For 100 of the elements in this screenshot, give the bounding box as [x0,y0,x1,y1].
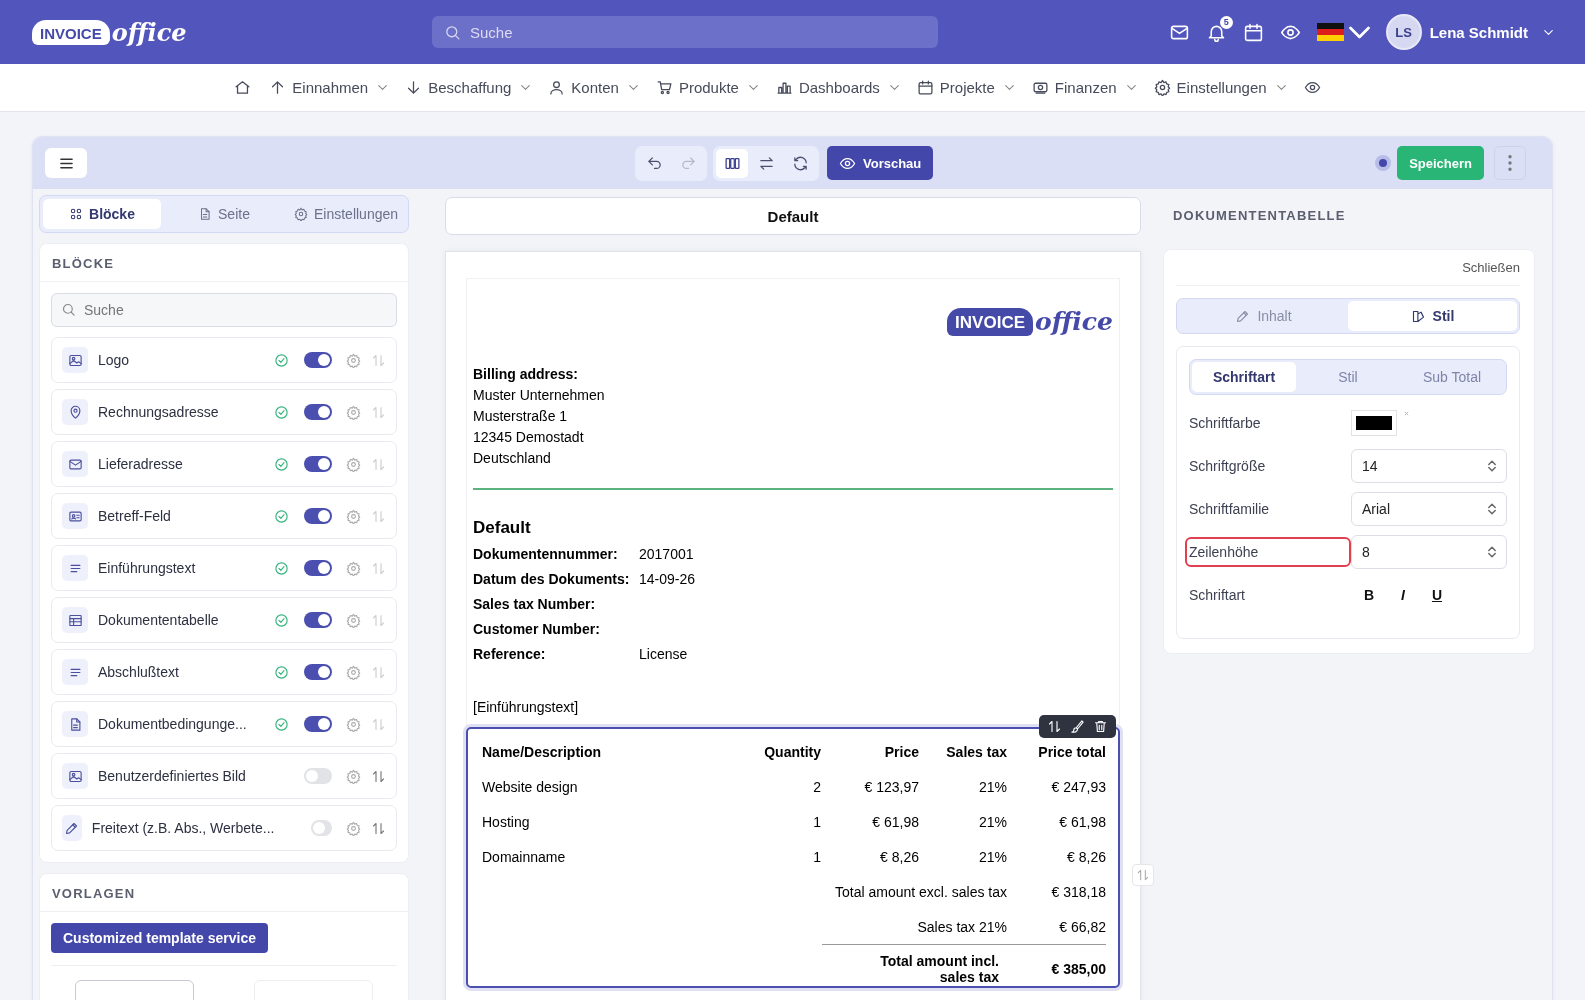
color-picker[interactable] [1351,410,1397,436]
nav-item[interactable]: Einnahmen [269,79,388,96]
toggle[interactable] [304,508,332,524]
select-field[interactable]: Arial [1351,492,1507,526]
nav-item[interactable]: Dashboards [775,79,899,96]
column-header: Name/Description [482,743,603,762]
table-cell-text: Hosting [482,812,531,832]
format-button[interactable]: B [1363,587,1375,603]
nav-icon-button[interactable] [1303,79,1321,96]
check-circle-icon [274,560,289,576]
block-row[interactable]: Betreff-Feld [51,493,397,539]
block-row[interactable]: Benutzerdefiniertes Bild [51,753,397,799]
toggle[interactable] [304,456,332,472]
meta-label: Dokumentennummer: [473,546,619,564]
table-icon [67,612,83,628]
language-button[interactable] [1316,21,1370,43]
address-line: Musterstraße 1 [473,408,569,424]
table-cell-text: 2 [812,777,821,797]
toggle[interactable] [304,664,332,680]
nav-item[interactable]: Projekte [916,79,1014,96]
settings-icon [1153,79,1171,96]
nav-item[interactable]: Konten [548,79,638,96]
toggle[interactable] [304,560,332,576]
preview-button[interactable]: Vorschau [827,146,934,180]
search-field[interactable]: Suche [432,16,938,48]
calendar-button[interactable] [1242,21,1264,43]
logo-script: office [111,17,187,47]
field-label: Schriftfamilie [1188,500,1271,519]
field-label: Schriftfarbe [1188,414,1262,433]
block-row[interactable]: Freitext (z.B. Abs., Werbete... [51,805,397,851]
toggle[interactable] [304,404,332,420]
chevron-down-icon [1276,85,1286,90]
edit-button[interactable] [1070,719,1085,734]
chevron-down-icon [748,85,758,90]
toggle[interactable] [304,716,332,732]
sort-icon [371,612,386,628]
tab[interactable]: Stil [1348,301,1517,331]
delete-button[interactable] [1093,719,1108,734]
total-value: € 66,82 [1058,918,1106,935]
sort-icon [371,404,386,420]
meta-value: License [639,646,688,664]
toggle[interactable] [304,352,332,368]
settings-icon [346,768,361,784]
chevron-down-icon [1544,29,1553,35]
nav-icon-button[interactable] [234,79,252,96]
pencil-icon [64,820,80,836]
toggle[interactable] [304,768,332,784]
chevron-down-icon [1126,85,1136,90]
chevron-down-icon [378,85,388,90]
calendar-icon [916,79,934,96]
block-label: Freitext (z.B. Abs., Werbete... [91,820,275,836]
block-row[interactable]: Dokumentbedingunge... [51,701,397,747]
meta-label: Customer Number: [473,621,601,639]
check-circle-icon [274,612,289,628]
settings-icon [346,716,361,732]
menu-button[interactable] [45,148,87,178]
map-pin-icon [67,404,83,420]
block-row[interactable]: Rechnungsadresse [51,389,397,435]
toggle[interactable] [310,820,332,836]
user-menu[interactable]: Lena Schmidt [1429,23,1528,41]
tab[interactable]: Einstellungen [287,199,405,229]
document-title: Default [445,197,1141,235]
image-icon [67,768,83,784]
search-field[interactable]: Suche [51,293,397,327]
check-circle-icon [274,716,289,732]
block-label: Rechnungsadresse [98,404,220,420]
user-icon [548,79,566,96]
block-row[interactable]: Logo [51,337,397,383]
nav-item[interactable]: Beschaffung [405,79,531,96]
tab[interactable]: Blöcke [43,199,161,229]
tab[interactable]: Seite [165,199,283,229]
table-cell-text: 21% [977,847,1007,867]
toggle[interactable] [304,612,332,628]
avatar[interactable]: LS [1385,14,1422,50]
table-cell-text: 1 [812,847,821,867]
tab[interactable]: Schriftart [1192,362,1296,392]
up-down-icon [1488,546,1496,558]
calendar-icon [1242,21,1264,43]
style-icon [1410,308,1426,324]
table-cell-text: Domainname [482,847,567,867]
format-button[interactable]: U [1431,587,1443,603]
nav-item[interactable]: Einstellungen [1153,79,1286,96]
template-service-button[interactable]: Customized template service [51,923,268,953]
clear-icon [1404,411,1409,416]
block-row[interactable]: Abschlußtext [51,649,397,695]
close-link[interactable]: Schließen [1462,260,1520,275]
meta-value: 2017001 [639,546,694,564]
nav-item[interactable]: Produkte [655,79,758,96]
nav-item[interactable]: Finanzen [1031,79,1136,96]
block-label: Benutzerdefiniertes Bild [98,768,247,784]
block-row[interactable]: Dokumententabelle [51,597,397,643]
check-circle-icon [274,404,289,420]
columns-button[interactable] [716,148,748,178]
block-row[interactable]: Lieferadresse [51,441,397,487]
flag-icon [1316,23,1344,41]
select-field[interactable]: 8 [1351,535,1507,569]
block-row[interactable]: Einführungstext [51,545,397,591]
settings-icon [346,352,361,368]
format-button[interactable]: I [1397,587,1409,603]
select-field[interactable]: 14 [1351,449,1507,483]
